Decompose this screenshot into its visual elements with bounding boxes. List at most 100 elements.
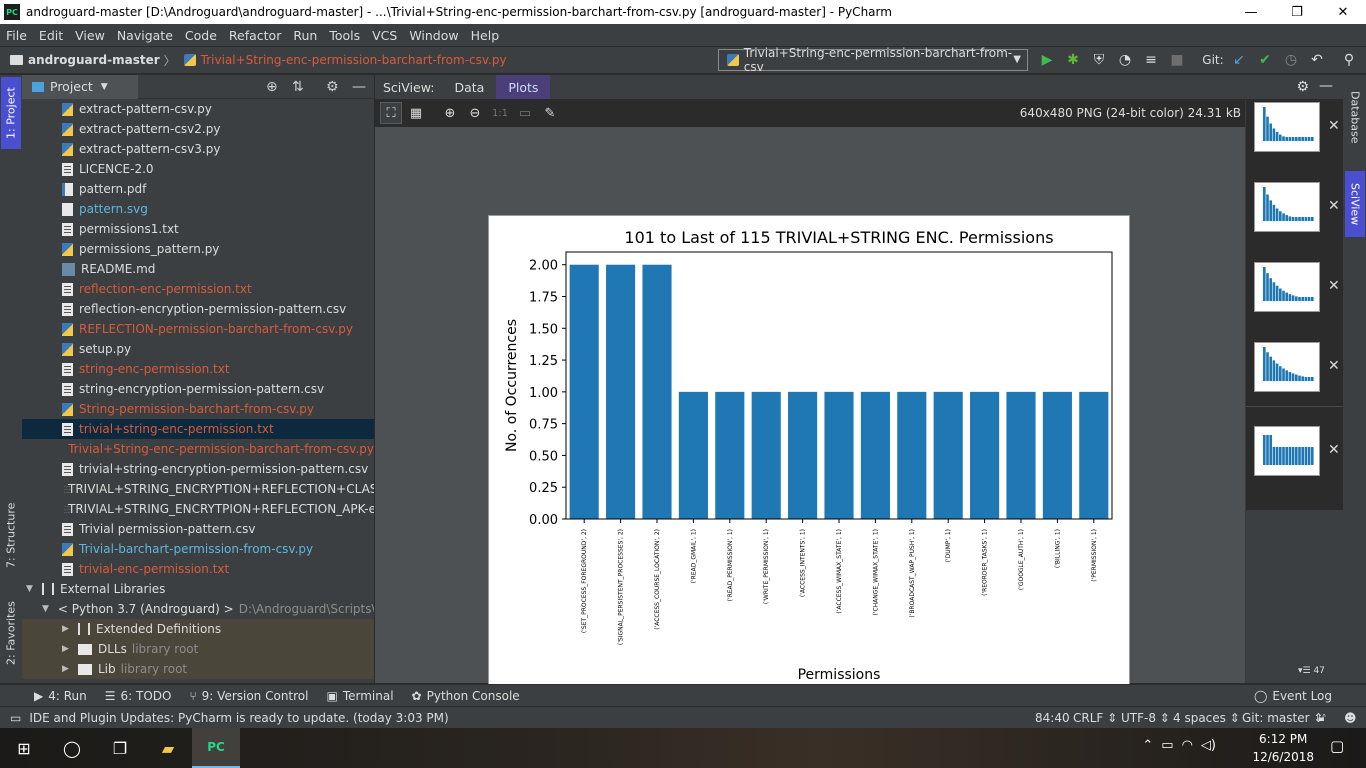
- tree-item[interactable]: REFLECTION-permission-barchart-from-csv.…: [22, 319, 374, 339]
- tree-item[interactable]: LICENCE-2.0: [22, 159, 374, 179]
- tree-item[interactable]: TRIVIAL+STRING_ENCRYTPION+REFLECTION_APK…: [22, 499, 374, 519]
- menu-code[interactable]: Code: [179, 28, 223, 43]
- git-commit-icon[interactable]: ✔: [1256, 51, 1274, 69]
- chevron-right-icon[interactable]: ▶: [62, 664, 74, 674]
- task-view-icon[interactable]: ❐: [96, 728, 144, 768]
- fit-zoom-icon[interactable]: ▭: [514, 102, 536, 124]
- tree-item[interactable]: ▼ External Libraries: [22, 579, 374, 599]
- zoom-out-icon[interactable]: ⊖: [464, 102, 486, 124]
- notifications-icon[interactable]: ▢: [1330, 737, 1352, 759]
- revert-icon[interactable]: ↶: [1308, 51, 1326, 69]
- close-icon[interactable]: ✕: [1328, 278, 1340, 294]
- minimize-button[interactable]: —: [1228, 0, 1274, 24]
- tree-item[interactable]: permissions_pattern.py: [22, 239, 374, 259]
- close-button[interactable]: ✕: [1320, 0, 1366, 24]
- git-update-icon[interactable]: ↙: [1230, 51, 1248, 69]
- coverage-icon[interactable]: ⛨: [1090, 51, 1108, 69]
- profile-icon[interactable]: ◔: [1116, 51, 1134, 69]
- tab-structure[interactable]: 7: Structure: [1, 495, 21, 575]
- menu-help[interactable]: Help: [465, 28, 506, 43]
- tree-item[interactable]: trivial+string-encryption-permission-pat…: [22, 459, 374, 479]
- volume-icon[interactable]: ◁): [1201, 738, 1216, 753]
- tree-item[interactable]: TRIVIAL+STRING_ENCRYPTION+REFLECTION+CLA…: [22, 479, 374, 499]
- color-picker-icon[interactable]: ✎: [539, 102, 561, 124]
- tree-item[interactable]: extract-pattern-csv3.py: [22, 139, 374, 159]
- breadcrumb-file[interactable]: Trivial+String-enc-permission-barchart-f…: [183, 53, 507, 67]
- pycharm-taskbar-icon[interactable]: PC: [192, 728, 240, 768]
- chevron-up-icon[interactable]: ⌃: [1142, 738, 1153, 753]
- cortana-search-icon[interactable]: ◯: [48, 728, 96, 768]
- wifi-icon[interactable]: ◠: [1182, 738, 1193, 753]
- close-icon[interactable]: ✕: [1328, 442, 1340, 458]
- tree-item[interactable]: extract-pattern-csv.py: [22, 99, 374, 119]
- status-message[interactable]: IDE and Plugin Updates: PyCharm is ready…: [29, 711, 448, 725]
- locate-icon[interactable]: ⊕: [266, 79, 278, 95]
- tree-item[interactable]: ▶ DLLs library root: [22, 639, 374, 659]
- plot-thumbnail[interactable]: [1254, 102, 1320, 152]
- fit-to-window-icon[interactable]: ⛶: [380, 102, 402, 124]
- tree-item[interactable]: String-permission-barchart-from-csv.py: [22, 399, 374, 419]
- plot-thumbnail[interactable]: [1254, 426, 1320, 476]
- git-history-icon[interactable]: ◷: [1282, 51, 1300, 69]
- menu-refactor[interactable]: Refactor: [223, 28, 287, 43]
- plot-thumbnail[interactable]: [1254, 262, 1320, 312]
- battery-icon[interactable]: ▭: [1161, 738, 1173, 753]
- plot-thumbnail[interactable]: [1254, 182, 1320, 232]
- menu-run[interactable]: Run: [287, 28, 323, 43]
- tab-python-console[interactable]: ✿ Python Console: [412, 689, 520, 703]
- tree-item[interactable]: ▶ Lib library root: [22, 659, 374, 679]
- inspector-icon[interactable]: ☻: [1344, 711, 1357, 725]
- tree-item[interactable]: string-encryption-permission-pattern.csv: [22, 379, 374, 399]
- tree-item[interactable]: Trivial-barchart-permission-from-csv.py: [22, 539, 374, 559]
- git-branch[interactable]: Git: master ⇕: [1242, 711, 1323, 725]
- tab-database[interactable]: Database: [1345, 79, 1365, 155]
- menu-navigate[interactable]: Navigate: [111, 28, 179, 43]
- tab-terminal[interactable]: ▣ Terminal: [326, 689, 393, 703]
- close-icon[interactable]: ✕: [1328, 198, 1340, 214]
- tab-plots[interactable]: Plots: [496, 75, 551, 99]
- chevron-down-icon[interactable]: ▼: [26, 584, 38, 594]
- menu-edit[interactable]: Edit: [33, 28, 69, 43]
- tree-item[interactable]: Trivial permission-pattern.csv: [22, 519, 374, 539]
- chevron-right-icon[interactable]: ▶: [62, 644, 74, 654]
- project-view-select[interactable]: Project ▼: [22, 75, 138, 99]
- lock-icon[interactable]: 🔓︎: [1318, 710, 1326, 725]
- line-separator[interactable]: CRLF ⇕: [1073, 711, 1117, 725]
- menu-tools[interactable]: Tools: [323, 28, 366, 43]
- chevron-right-icon[interactable]: ▶: [62, 624, 74, 634]
- menu-view[interactable]: View: [69, 28, 111, 43]
- indent-setting[interactable]: 4 spaces ⇕: [1173, 711, 1240, 725]
- tab-version-control[interactable]: ⑂ 9: Version Control: [189, 689, 308, 703]
- tree-item[interactable]: pattern.svg: [22, 199, 374, 219]
- tab-favorites[interactable]: 2: Favorites: [1, 593, 21, 673]
- tree-item[interactable]: ▼ < Python 3.7 (Androguard) > D:\Androguar…: [22, 599, 374, 619]
- tab-data[interactable]: Data: [442, 75, 496, 99]
- tree-item[interactable]: pattern.pdf: [22, 179, 374, 199]
- tab-project[interactable]: 1: Project: [1, 77, 21, 149]
- caret-position[interactable]: 84:40: [1035, 711, 1070, 725]
- run-icon[interactable]: ▶: [1038, 51, 1056, 69]
- tree-item[interactable]: Trivial+String-enc-permission-barchart-f…: [22, 439, 374, 459]
- menu-window[interactable]: Window: [403, 28, 464, 43]
- hide-icon[interactable]: —: [352, 79, 366, 95]
- maximize-button[interactable]: ❐: [1274, 0, 1320, 24]
- gear-icon[interactable]: ⚙: [326, 79, 339, 95]
- plot-thumbnail[interactable]: [1254, 342, 1320, 392]
- collapse-all-icon[interactable]: ⇅: [292, 79, 304, 95]
- tree-item[interactable]: trivial-enc-permission.txt: [22, 559, 374, 579]
- tree-item[interactable]: reflection-encryption-permission-pattern…: [22, 299, 374, 319]
- tree-item[interactable]: permissions1.txt: [22, 219, 374, 239]
- tree-item[interactable]: extract-pattern-csv2.py: [22, 119, 374, 139]
- actual-size-button[interactable]: 1:1: [489, 102, 511, 124]
- stop-icon[interactable]: ■: [1168, 51, 1186, 69]
- tree-item[interactable]: ▶ Extended Definitions: [22, 619, 374, 639]
- hide-icon[interactable]: —: [1319, 78, 1333, 94]
- windows-start-icon[interactable]: ⊞: [0, 728, 48, 768]
- menu-vcs[interactable]: VCS: [366, 28, 403, 43]
- close-icon[interactable]: ✕: [1328, 358, 1340, 374]
- run-configuration-select[interactable]: Trivial+String-enc-permission-barchart-f…: [718, 46, 1028, 74]
- tree-item[interactable]: setup.py: [22, 339, 374, 359]
- taskbar-clock[interactable]: 6:12 PM 12/6/2018: [1252, 730, 1314, 766]
- tab-sciview[interactable]: SciView: [1345, 171, 1365, 237]
- tab-run[interactable]: ▶ 4: Run: [34, 689, 87, 703]
